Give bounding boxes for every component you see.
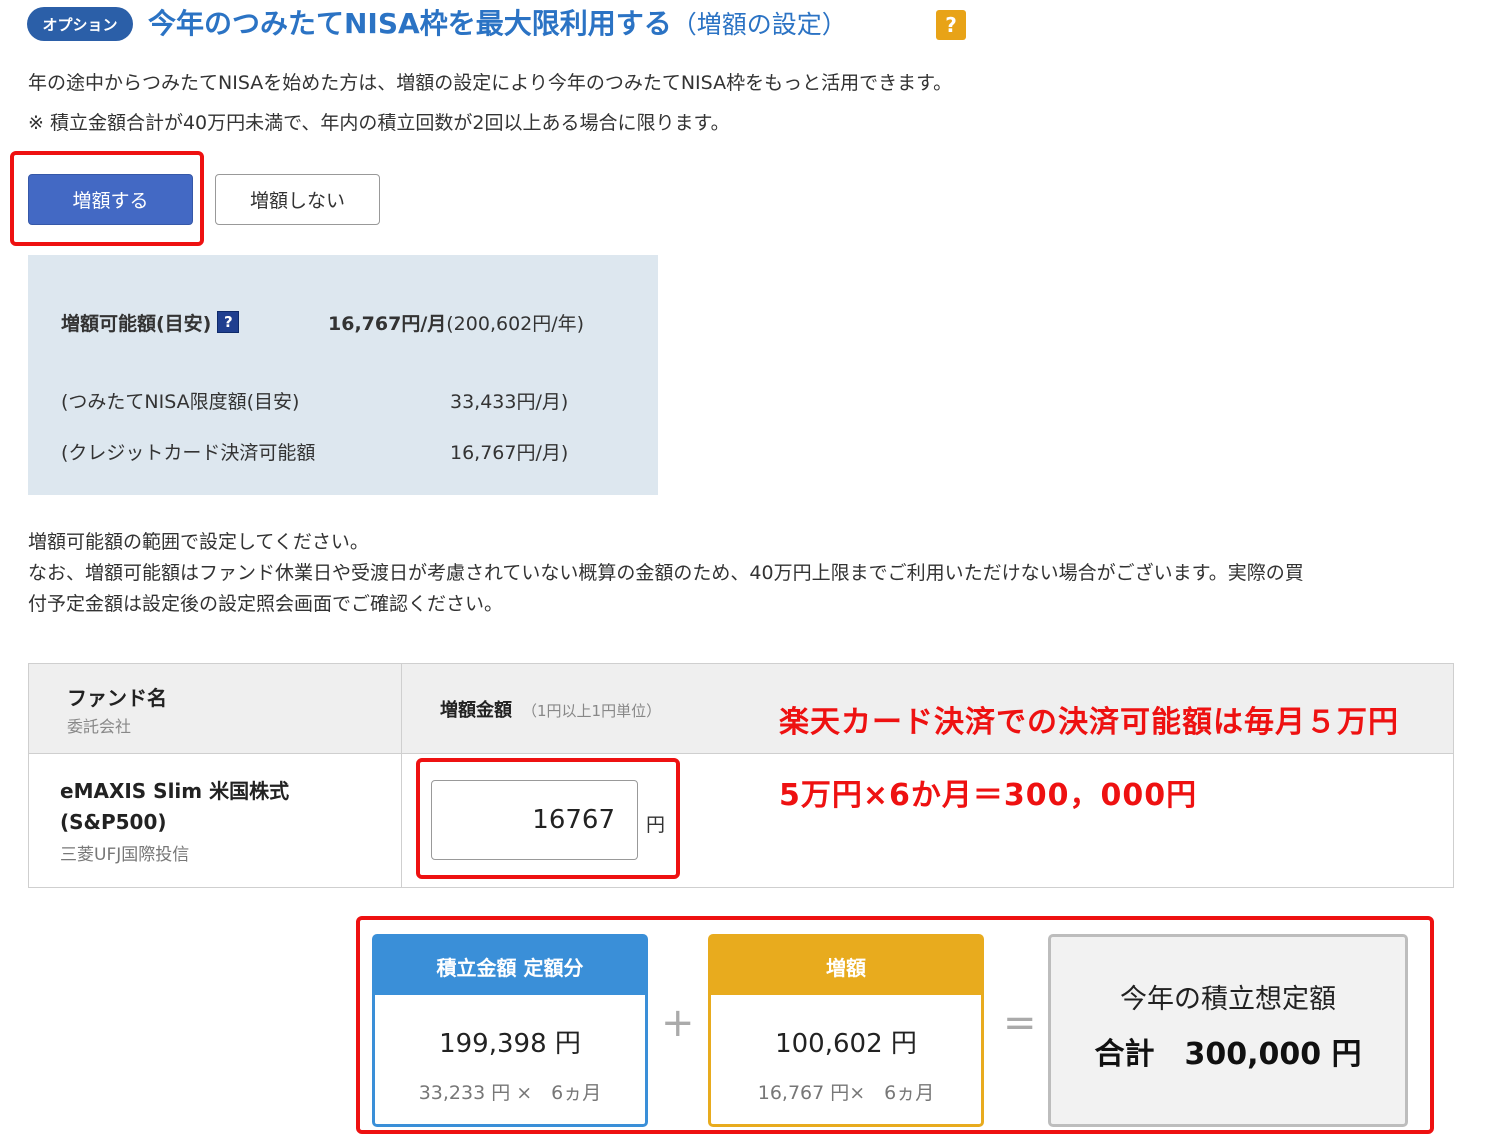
total-value: 合計 300,000 円 [1094,1037,1362,1072]
increase-info-panel: 増額可能額(目安)? 16,767円/月(200,602円/年) (つみたてNI… [28,255,658,495]
increase-amount-title: 増額 [711,937,981,995]
column-increase-amount-label: 増額金額 [440,700,512,721]
available-yearly: (200,602円/年) [446,313,585,335]
annotation-rakuten-card-limit: 楽天カード決済での決済可能額は毎月５万円 [779,705,1399,740]
table-divider [401,664,402,887]
available-amount-label-text: 増額可能額(目安) [61,313,212,335]
credit-limit-label: (クレジットカード決済可能額 [61,442,316,464]
note-line-2: なお、増額可能額はファンド休業日や受渡日が考慮されていない概算の金額のため、40… [28,562,1304,584]
total-card: 今年の積立想定額 合計 300,000 円 [1048,934,1408,1127]
column-increase-amount-unit: （1円以上1円単位） [522,702,662,720]
credit-limit-value: 16,767円/月) [450,442,569,464]
highlight-box-amount-input [416,758,680,879]
increase-button[interactable]: 増額する [28,174,193,225]
fixed-amount-card: 積立金額 定額分 199,398 円 33,233 円 × 6ヵ月 [372,934,648,1127]
column-increase-amount: 増額金額 （1円以上1円単位） [440,696,661,722]
page-title-sub: （増額の設定） [671,10,847,39]
fixed-amount-detail: 33,233 円 × 6ヵ月 [418,1082,602,1104]
nisa-limit-value: 33,433円/月) [450,391,569,413]
description-line-2: ※ 積立金額合計が40万円未満で、年内の積立回数が2回以上ある場合に限ります。 [28,112,730,134]
fund-name-line-2: (S&P500) [60,810,167,834]
column-company: 委託会社 [67,717,132,736]
note-line-1: 増額可能額の範囲で設定してください。 [28,531,369,553]
column-fund-name: ファンド名 [67,686,167,710]
total-label: 今年の積立想定額 [1120,984,1336,1015]
available-amount-label: 増額可能額(目安)? [61,309,240,336]
equals-sign: = [1003,1000,1037,1046]
plus-sign: + [661,1000,695,1046]
help-icon[interactable]: ? [936,10,966,40]
annotation-calculation: 5万円×6か月＝300，000円 [779,778,1198,813]
description-line-1: 年の途中からつみたてNISAを始めた方は、増額の設定により今年のつみたてNISA… [28,72,953,94]
fixed-amount-title: 積立金額 定額分 [375,937,645,995]
fund-company: 三菱UFJ国際投信 [60,845,190,865]
nisa-limit-label: (つみたてNISA限度額(目安) [61,391,300,413]
fund-name-line-1: eMAXIS Slim 米国株式 [60,779,290,803]
increase-amount-card: 増額 100,602 円 16,767 円× 6ヵ月 [708,934,984,1127]
fixed-amount-total: 199,398 円 [439,1029,581,1059]
increase-amount-total: 100,602 円 [775,1029,917,1059]
available-amount-value: 16,767円/月(200,602円/年) [328,309,584,336]
fund-name: eMAXIS Slim 米国株式 (S&P500) [60,776,360,838]
page-title-main: 今年のつみたてNISA枠を最大限利用する [148,7,672,40]
option-badge: オプション [27,7,133,41]
question-icon[interactable]: ? [217,311,240,333]
available-monthly: 16,767円/月 [328,313,447,335]
page-title: 今年のつみたてNISA枠を最大限利用する（増額の設定） [148,2,847,46]
increase-amount-detail: 16,767 円× 6ヵ月 [757,1082,935,1104]
no-increase-button[interactable]: 増額しない [215,174,380,225]
note-line-3: 付予定金額は設定後の設定照会画面でご確認ください。 [28,593,504,615]
